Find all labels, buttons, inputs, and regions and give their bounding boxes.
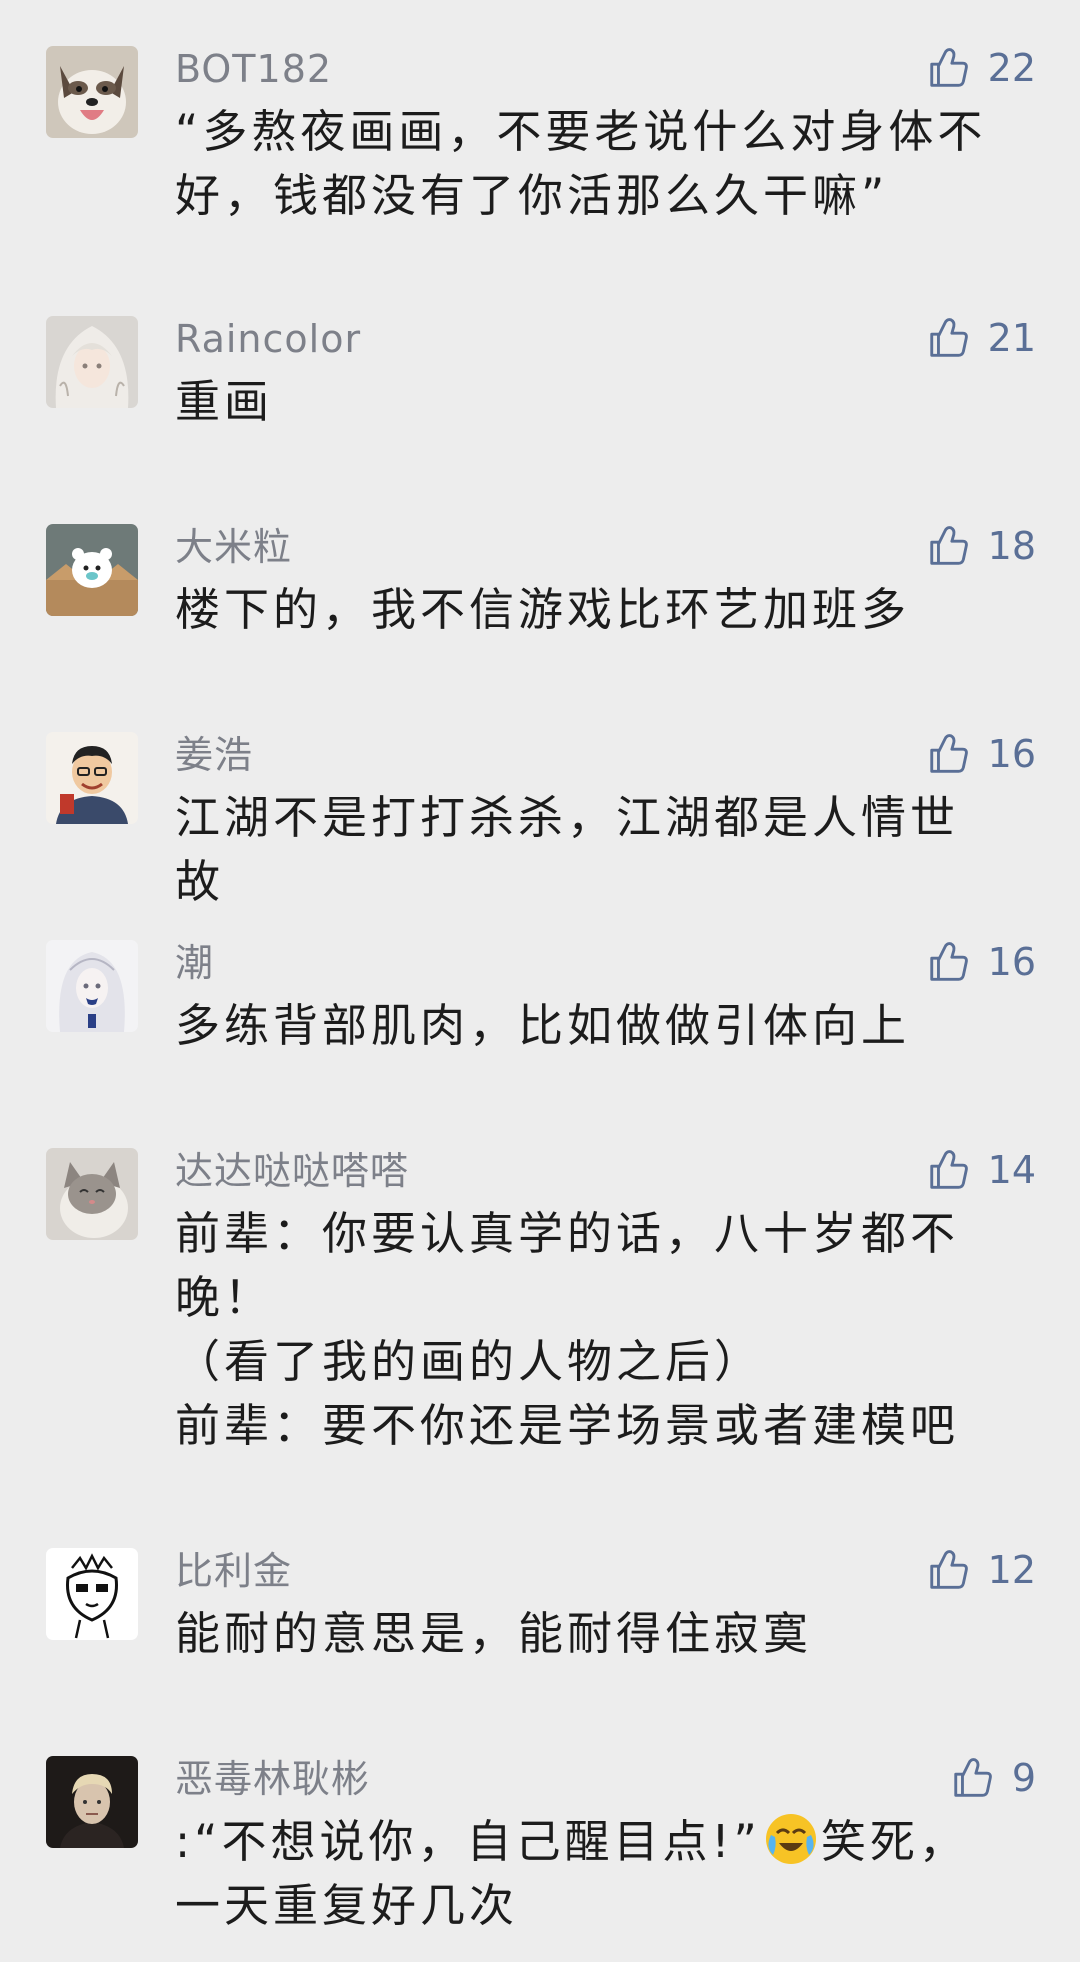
comment-text: 能耐的意思是，能耐得住寂寞 [175, 1607, 813, 1660]
avatar[interactable] [46, 1756, 138, 1848]
dog-avatar-icon [46, 46, 138, 138]
like-button[interactable]: 22 [926, 42, 1036, 94]
loudly-crying-laughing-emoji-icon [765, 1814, 816, 1864]
line-drawing-avatar-icon [46, 1548, 138, 1640]
thumbs-up-icon [954, 1758, 992, 1797]
like-button[interactable]: 16 [926, 936, 1036, 988]
comment-text: 楼下的，我不信游戏比环艺加班多 [175, 583, 911, 636]
comment-text: “多熬夜画画，不要老说什么对身体不好，钱都没有了你活那么久干嘛” [175, 105, 987, 222]
thumbs-up-icon [929, 318, 968, 357]
thumbs-up-icon [929, 1550, 968, 1589]
username[interactable]: 姜浩 [175, 732, 253, 778]
username[interactable]: Raincolor [175, 316, 361, 362]
cat-avatar-icon [46, 1148, 138, 1240]
username[interactable]: 大米粒 [175, 524, 292, 570]
like-count: 9 [1011, 1756, 1036, 1800]
thumbs-up-icon [929, 526, 968, 565]
bear-box-avatar-icon [46, 524, 138, 616]
username[interactable]: 潮 [175, 940, 214, 986]
thumbs-up-icon [929, 1150, 968, 1189]
avatar[interactable] [46, 316, 138, 408]
like-button[interactable]: 9 [950, 1752, 1036, 1804]
comment-text: 重画 [175, 375, 274, 428]
like-button[interactable]: 14 [926, 1144, 1036, 1196]
anime-white-hair-avatar-icon [46, 316, 138, 408]
username[interactable]: BOT182 [175, 46, 332, 92]
cartoon-man-avatar-icon [46, 732, 138, 824]
thumbs-up-icon [929, 48, 968, 87]
avatar[interactable] [46, 1148, 138, 1240]
username[interactable]: 恶毒林耿彬 [175, 1756, 370, 1802]
sketch-girl-avatar-icon [46, 940, 138, 1032]
username[interactable]: 达达哒哒嗒嗒 [175, 1148, 409, 1194]
avatar[interactable] [46, 940, 138, 1032]
blond-man-avatar-icon [46, 1756, 138, 1848]
like-count: 22 [987, 46, 1036, 90]
comment-text: 前辈：你要认真学的话，八十岁都不晚！ （看了我的画的人物之后） 前辈：要不你还是… [175, 1207, 960, 1452]
comment-text-before: :“不想说你，自己醒目点!” [175, 1815, 761, 1868]
avatar[interactable] [46, 1548, 138, 1640]
avatar[interactable] [46, 732, 138, 824]
like-button[interactable]: 12 [926, 1544, 1036, 1596]
like-count: 18 [987, 524, 1036, 568]
thumbs-up-icon [929, 734, 968, 773]
avatar[interactable] [46, 524, 138, 616]
avatar[interactable] [46, 46, 138, 138]
like-count: 16 [987, 940, 1036, 984]
like-button[interactable]: 21 [926, 312, 1036, 364]
comment-text: :“不想说你，自己醒目点!” 笑死，一天重复好几次 [175, 1810, 1005, 1938]
like-button[interactable]: 16 [926, 728, 1036, 780]
comment-text: 多练背部肌肉，比如做做引体向上 [175, 999, 911, 1052]
like-button[interactable]: 18 [926, 520, 1036, 572]
comment-text: 江湖不是打打杀杀，江湖都是人情世故 [175, 791, 960, 908]
like-count: 16 [987, 732, 1036, 776]
like-count: 21 [987, 316, 1036, 360]
like-count: 14 [987, 1148, 1036, 1192]
like-count: 12 [987, 1548, 1036, 1592]
username[interactable]: 比利金 [175, 1548, 292, 1594]
thumbs-up-icon [929, 942, 968, 981]
